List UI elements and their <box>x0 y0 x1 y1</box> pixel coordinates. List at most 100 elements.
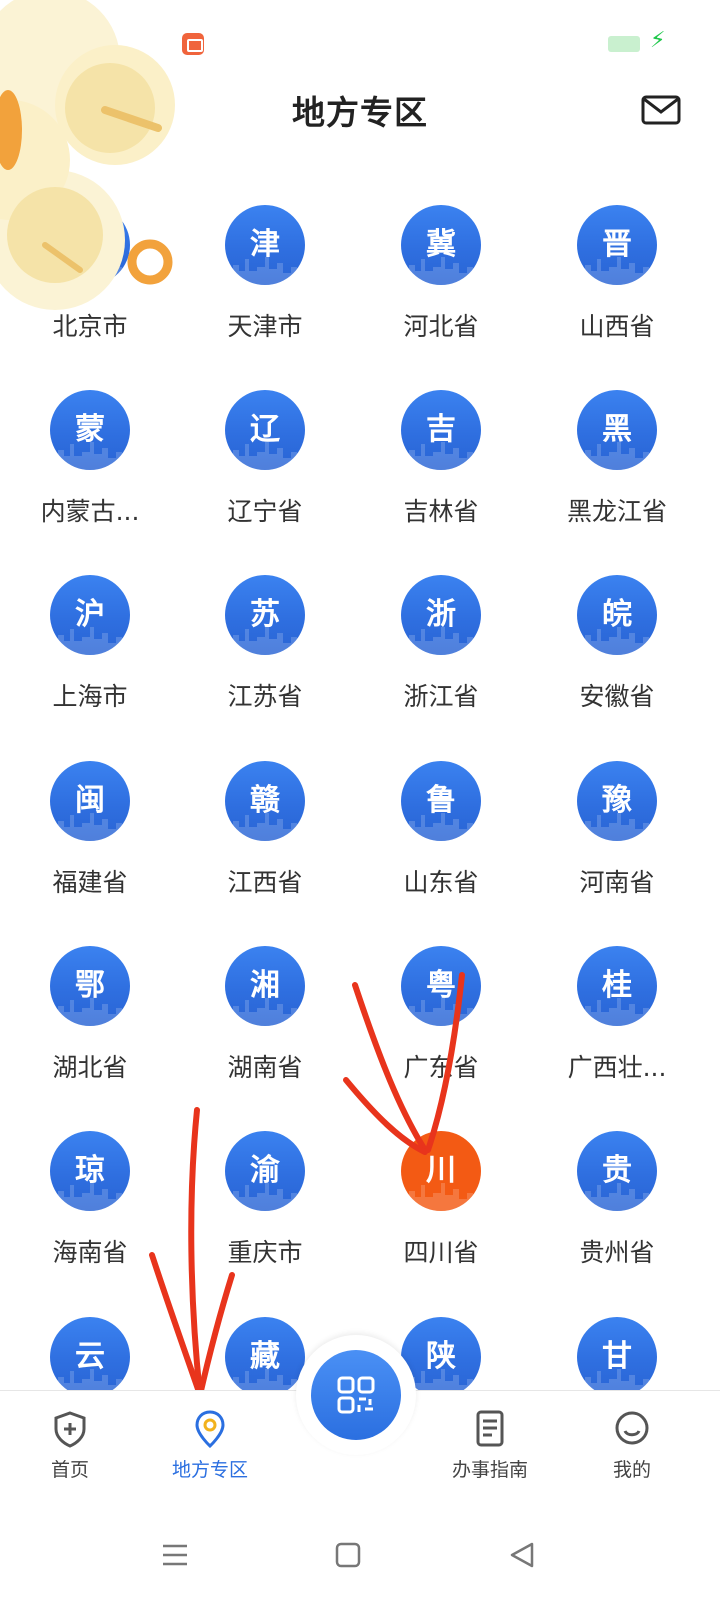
region-item[interactable]: 津天津市 <box>175 205 355 375</box>
region-label: 广东省 <box>403 1053 479 1082</box>
region-item[interactable]: 川四川省 <box>351 1131 531 1301</box>
nav-local[interactable]: 地方专区 <box>140 1391 280 1501</box>
region-char: 晋 <box>602 227 632 262</box>
region-label: 湖北省 <box>52 1053 128 1082</box>
region-char: 辽 <box>250 412 280 447</box>
nav-local-label: 地方专区 <box>171 1459 248 1481</box>
region-label: 安徽省 <box>579 682 655 711</box>
region-item[interactable]: 鄂湖北省 <box>0 946 180 1116</box>
region-emblem-icon: 闽 <box>50 761 130 841</box>
region-emblem-icon: 赣 <box>225 761 305 841</box>
region-item[interactable]: 冀河北省 <box>351 205 531 375</box>
region-label: 四川省 <box>403 1238 479 1267</box>
region-item[interactable]: 晋山西省 <box>527 205 707 375</box>
nav-home-label: 首页 <box>50 1459 89 1481</box>
region-emblem-icon: 鄂 <box>50 946 130 1026</box>
region-char: 桂 <box>602 968 632 1003</box>
region-label: 河北省 <box>403 312 479 341</box>
region-emblem-icon: 苏 <box>225 575 305 655</box>
document-icon <box>476 1410 504 1447</box>
region-emblem-icon: 藏 <box>225 1317 305 1397</box>
region-char: 渝 <box>250 1153 280 1188</box>
mail-icon[interactable] <box>641 95 681 125</box>
region-emblem-icon: 湘 <box>225 946 305 1026</box>
region-item[interactable]: 豫河南省 <box>527 761 707 931</box>
region-item[interactable]: 渝重庆市 <box>175 1131 355 1301</box>
region-char: 黑 <box>602 412 632 447</box>
region-item[interactable]: 琼海南省 <box>0 1131 180 1301</box>
location-pin-icon <box>195 1410 225 1449</box>
region-char: 鲁 <box>426 783 456 818</box>
region-item[interactable]: 黑黑龙江省 <box>527 390 707 560</box>
region-emblem-icon: 皖 <box>577 575 657 655</box>
home-square-icon[interactable] <box>328 1535 368 1575</box>
battery-icon <box>608 36 640 52</box>
status-bar: ⚡ <box>0 0 720 80</box>
region-item[interactable]: 桂广西壮... <box>527 946 707 1116</box>
region-item[interactable]: 皖安徽省 <box>527 575 707 745</box>
region-item[interactable]: 京北京市 <box>0 205 180 375</box>
region-char: 苏 <box>250 597 280 632</box>
region-char: 吉 <box>426 412 456 447</box>
region-label: 湖南省 <box>227 1053 303 1082</box>
region-item[interactable]: 闽福建省 <box>0 761 180 931</box>
region-emblem-icon: 粤 <box>401 946 481 1026</box>
menu-icon[interactable] <box>155 1535 195 1575</box>
region-emblem-icon: 贵 <box>577 1131 657 1211</box>
region-item[interactable]: 蒙内蒙古... <box>0 390 180 560</box>
region-label: 吉林省 <box>403 497 479 526</box>
region-char: 甘 <box>602 1339 632 1374</box>
region-item[interactable]: 浙浙江省 <box>351 575 531 745</box>
page-title: 地方专区 <box>292 93 428 132</box>
region-emblem-icon: 黑 <box>577 390 657 470</box>
region-char: 闽 <box>75 783 105 818</box>
region-label: 海南省 <box>52 1238 128 1267</box>
region-item[interactable]: 粤广东省 <box>351 946 531 1116</box>
region-emblem-icon: 豫 <box>577 761 657 841</box>
region-emblem-icon: 蒙 <box>50 390 130 470</box>
back-triangle-icon[interactable] <box>502 1535 542 1575</box>
region-emblem-icon: 浙 <box>401 575 481 655</box>
region-label: 广西壮... <box>567 1053 667 1082</box>
nav-guide[interactable]: 办事指南 <box>420 1391 560 1501</box>
qr-code-icon <box>337 1376 375 1414</box>
region-char: 蒙 <box>75 412 105 447</box>
region-label: 北京市 <box>52 312 128 341</box>
region-label: 山东省 <box>403 868 479 897</box>
region-label: 浙江省 <box>403 682 479 711</box>
region-emblem-icon: 渝 <box>225 1131 305 1211</box>
system-nav-bar <box>0 1500 720 1609</box>
region-emblem-icon: 鲁 <box>401 761 481 841</box>
region-item[interactable]: 鲁山东省 <box>351 761 531 931</box>
nav-home[interactable]: 首页 <box>0 1391 140 1501</box>
region-item[interactable]: 苏江苏省 <box>175 575 355 745</box>
region-emblem-icon: 冀 <box>401 205 481 285</box>
region-char: 湘 <box>250 968 280 1003</box>
smiley-icon <box>615 1411 649 1445</box>
region-label: 重庆市 <box>227 1238 303 1267</box>
region-char: 川 <box>426 1153 456 1188</box>
region-emblem-icon: 晋 <box>577 205 657 285</box>
region-char: 豫 <box>602 783 632 818</box>
region-emblem-icon: 川 <box>401 1131 481 1211</box>
region-emblem-icon: 琼 <box>50 1131 130 1211</box>
region-item[interactable]: 沪上海市 <box>0 575 180 745</box>
region-label: 黑龙江省 <box>566 497 667 526</box>
region-emblem-icon: 京 <box>50 205 130 285</box>
nav-mine-label: 我的 <box>612 1459 651 1481</box>
region-char: 云 <box>75 1339 105 1374</box>
scan-button[interactable] <box>311 1350 401 1440</box>
region-char: 沪 <box>75 597 105 632</box>
nav-mine[interactable]: 我的 <box>562 1391 702 1501</box>
region-item[interactable]: 辽辽宁省 <box>175 390 355 560</box>
region-item[interactable]: 贵贵州省 <box>527 1131 707 1301</box>
region-char: 浙 <box>426 597 456 632</box>
region-item[interactable]: 湘湖南省 <box>175 946 355 1116</box>
region-char: 粤 <box>426 968 456 1003</box>
region-emblem-icon: 吉 <box>401 390 481 470</box>
region-item[interactable]: 吉吉林省 <box>351 390 531 560</box>
region-label: 内蒙古... <box>40 497 140 526</box>
region-item[interactable]: 赣江西省 <box>175 761 355 931</box>
region-label: 江西省 <box>227 868 303 897</box>
region-char: 京 <box>75 227 105 262</box>
